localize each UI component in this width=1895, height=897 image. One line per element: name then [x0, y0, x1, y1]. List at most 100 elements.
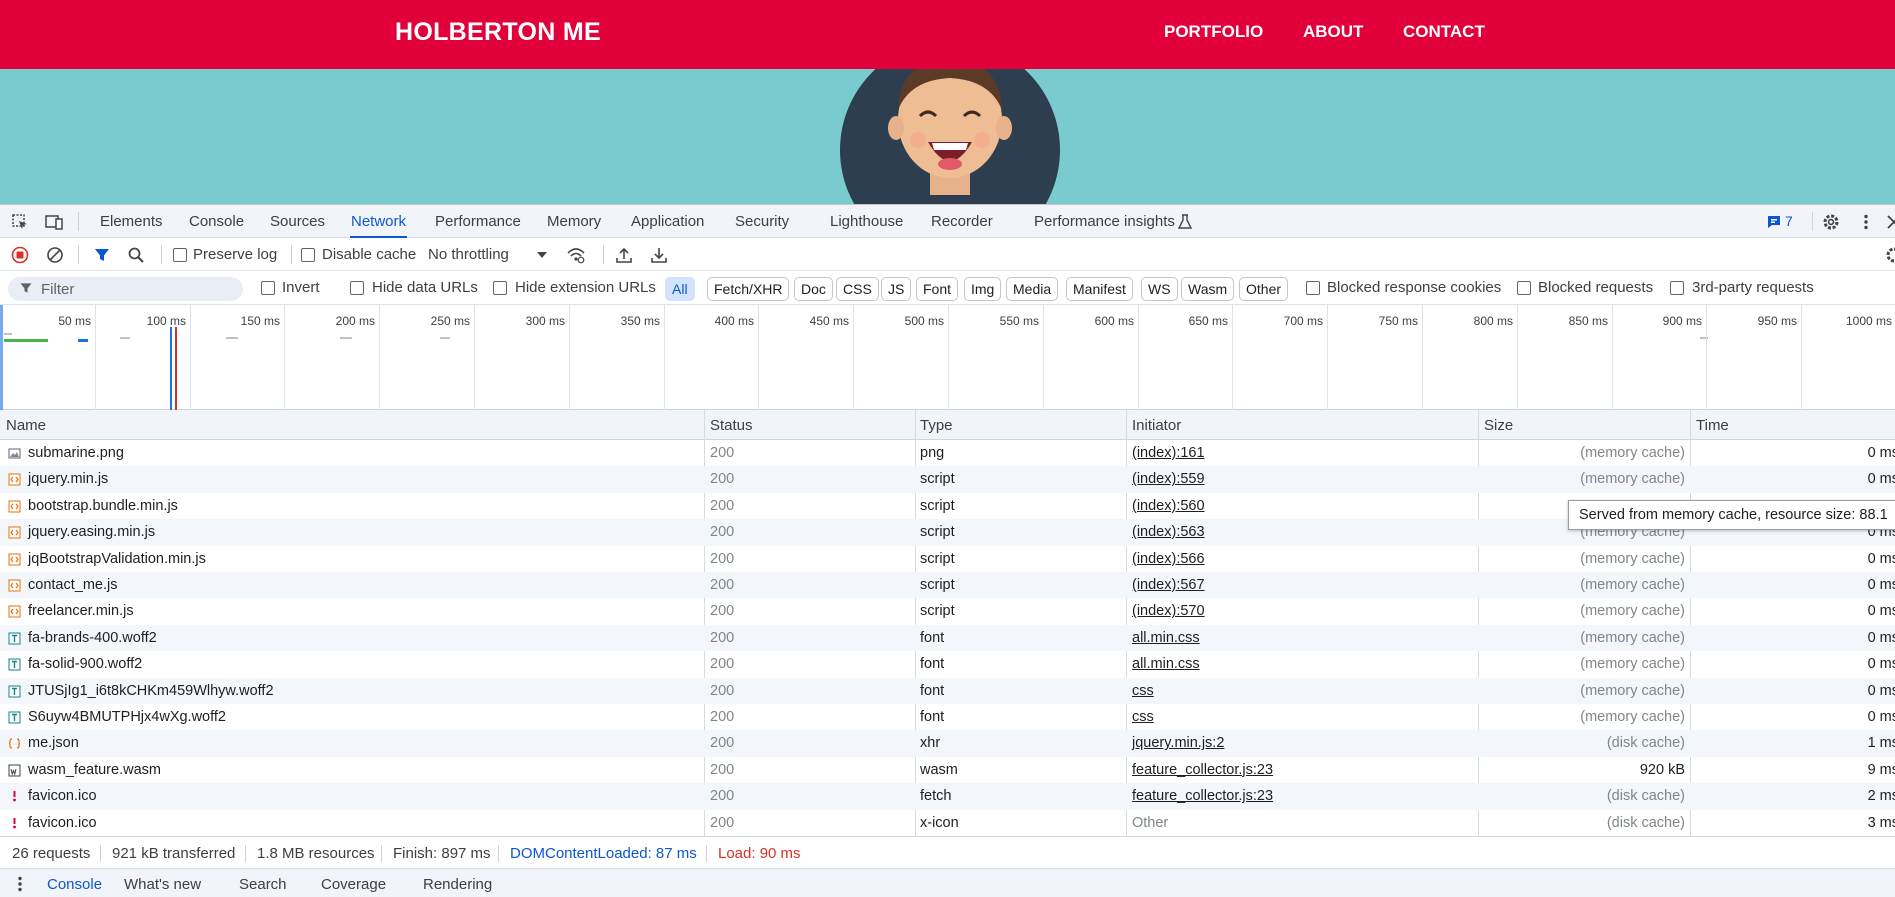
- clear-icon[interactable]: [46, 246, 64, 264]
- table-row[interactable]: jquery.min.js 200 script (index):559 (memory…: [0, 466, 1895, 493]
- request-type: script: [920, 603, 955, 620]
- settings-gear-icon[interactable]: [1822, 213, 1840, 231]
- stop-recording-icon[interactable]: [11, 246, 29, 264]
- request-initiator-link[interactable]: all.min.css: [1132, 630, 1200, 646]
- export-har-download-icon[interactable]: [650, 246, 668, 264]
- network-conditions-icon[interactable]: [567, 246, 585, 264]
- table-row[interactable]: jqBootstrapValidation.min.js 200 script (in…: [0, 546, 1895, 572]
- blocked-response-cookies-checkbox[interactable]: [1306, 281, 1320, 295]
- type-filter-fetch-xhr[interactable]: Fetch/XHR: [707, 277, 790, 301]
- script-file-icon: [8, 605, 21, 618]
- drawer-tab-coverage[interactable]: Coverage: [321, 876, 386, 893]
- request-initiator-link[interactable]: feature_collector.js:23: [1132, 762, 1273, 778]
- blocked-requests-label: Blocked requests: [1538, 279, 1654, 296]
- tab-performance-insights[interactable]: Performance insights: [1034, 205, 1175, 238]
- request-initiator-link[interactable]: (index):560: [1132, 498, 1205, 514]
- filter-funnel-icon[interactable]: [93, 246, 111, 264]
- nav-link-about[interactable]: ABOUT: [1303, 22, 1363, 42]
- type-filter-other[interactable]: Other: [1239, 277, 1289, 301]
- request-initiator-link[interactable]: (index):567: [1132, 577, 1205, 593]
- request-initiator-link[interactable]: feature_collector.js:23: [1132, 788, 1273, 804]
- filter-input[interactable]: [8, 277, 243, 301]
- type-filter-img[interactable]: Img: [964, 277, 1002, 301]
- table-row[interactable]: wasm_feature.wasm 200 wasm feature_collecto…: [0, 757, 1895, 783]
- tab-memory[interactable]: Memory: [547, 205, 601, 238]
- tab-recorder[interactable]: Recorder: [931, 205, 993, 238]
- tab-security[interactable]: Security: [735, 205, 789, 238]
- request-initiator-link[interactable]: (index):161: [1132, 445, 1205, 461]
- column-header-initiator[interactable]: Initiator: [1132, 417, 1181, 434]
- type-filter-manifest[interactable]: Manifest: [1066, 277, 1133, 301]
- table-row[interactable]: contact_me.js 200 script (index):567 (memory…: [0, 572, 1895, 599]
- overview-grid-line: [1801, 305, 1802, 410]
- preserve-log-checkbox[interactable]: [173, 248, 187, 262]
- hide-data-urls-checkbox[interactable]: [350, 281, 364, 295]
- tab-sources[interactable]: Sources: [270, 205, 325, 238]
- throttling-select[interactable]: No throttling: [428, 246, 509, 263]
- table-row[interactable]: favicon.ico 200 fetch feature_collector.js:…: [0, 783, 1895, 810]
- request-initiator-link[interactable]: all.min.css: [1132, 656, 1200, 672]
- table-row[interactable]: freelancer.min.js 200 script (index):570 (me…: [0, 598, 1895, 624]
- search-icon[interactable]: [127, 246, 145, 264]
- drawer-tab-rendering[interactable]: Rendering: [423, 876, 492, 893]
- issues-message-icon[interactable]: [1766, 214, 1782, 230]
- drawer-tab-whats-new[interactable]: What's new: [124, 876, 201, 893]
- overview-window-handle-left[interactable]: [0, 305, 3, 410]
- nav-link-contact[interactable]: CONTACT: [1403, 22, 1485, 42]
- table-row[interactable]: JTUSjIg1_i6t8kCHKm459Wlhyw.woff2 200 font c…: [0, 677, 1895, 704]
- drawer-menu-icon[interactable]: [11, 875, 29, 893]
- network-overview-timeline[interactable]: 50 ms 100 ms 150 ms 200 ms 250 ms 300 ms 350 m…: [0, 305, 1895, 410]
- inspect-element-icon[interactable]: [11, 213, 29, 231]
- request-initiator-link[interactable]: (index):566: [1132, 551, 1205, 567]
- request-initiator-link[interactable]: css: [1132, 709, 1154, 725]
- request-initiator-link[interactable]: (index):559: [1132, 471, 1205, 487]
- column-header-status[interactable]: Status: [710, 417, 753, 434]
- request-initiator-link[interactable]: (index):570: [1132, 603, 1205, 619]
- third-party-requests-checkbox[interactable]: [1670, 281, 1684, 295]
- request-initiator-link[interactable]: (index):563: [1132, 524, 1205, 540]
- table-row[interactable]: fa-solid-900.woff2 200 font all.min.css (mem…: [0, 651, 1895, 677]
- nav-link-portfolio[interactable]: PORTFOLIO: [1164, 22, 1263, 42]
- disable-cache-checkbox[interactable]: [301, 248, 315, 262]
- type-filter-css[interactable]: CSS: [836, 277, 879, 301]
- type-filter-doc[interactable]: Doc: [794, 277, 833, 301]
- invert-checkbox[interactable]: [261, 281, 275, 295]
- table-row[interactable]: fa-brands-400.woff2 200 font all.min.css (me…: [0, 624, 1895, 652]
- overview-grid-line: [664, 305, 665, 410]
- table-row[interactable]: me.json 200 xhr jquery.min.js:2 (disk cache)…: [0, 730, 1895, 757]
- drawer-tab-search[interactable]: Search: [239, 876, 287, 893]
- request-initiator-link[interactable]: css: [1132, 683, 1154, 699]
- table-row[interactable]: submarine.png 200 png (index):161 (memory ca…: [0, 440, 1895, 466]
- chevron-down-icon[interactable]: [536, 250, 548, 260]
- type-filter-wasm[interactable]: Wasm: [1181, 277, 1235, 301]
- drawer-tab-console[interactable]: Console: [47, 876, 102, 893]
- column-header-time[interactable]: Time: [1696, 417, 1729, 434]
- hide-extension-urls-label: Hide extension URLs: [515, 279, 656, 296]
- request-initiator-link[interactable]: jquery.min.js:2: [1132, 735, 1224, 751]
- column-header-name[interactable]: Name: [6, 417, 46, 434]
- device-toolbar-icon[interactable]: [45, 213, 63, 231]
- network-settings-gear-icon[interactable]: [1885, 246, 1895, 264]
- type-filter-js[interactable]: JS: [881, 277, 912, 301]
- tab-console[interactable]: Console: [189, 205, 244, 238]
- table-row[interactable]: S6uyw4BMUTPHjx4wXg.woff2 200 font css (memor…: [0, 704, 1895, 730]
- close-devtools-icon[interactable]: [1885, 213, 1895, 231]
- tab-application[interactable]: Application: [631, 205, 704, 238]
- type-filter-ws[interactable]: WS: [1141, 277, 1178, 301]
- column-header-size[interactable]: Size: [1484, 417, 1513, 434]
- import-har-upload-icon[interactable]: [615, 246, 633, 264]
- column-header-type[interactable]: Type: [920, 417, 953, 434]
- tab-network[interactable]: Network: [350, 205, 408, 238]
- issues-count[interactable]: 7: [1785, 205, 1793, 238]
- blocked-requests-checkbox[interactable]: [1517, 281, 1531, 295]
- type-filter-media[interactable]: Media: [1006, 277, 1059, 301]
- tab-lighthouse[interactable]: Lighthouse: [830, 205, 903, 238]
- site-brand[interactable]: HOLBERTON ME: [395, 18, 601, 47]
- tab-elements[interactable]: Elements: [100, 205, 163, 238]
- tab-performance[interactable]: Performance: [435, 205, 521, 238]
- type-filter-all[interactable]: All: [665, 277, 695, 301]
- hide-extension-urls-checkbox[interactable]: [493, 281, 507, 295]
- table-row[interactable]: favicon.ico 200 x-icon Other (disk cache) 3 m…: [0, 810, 1895, 836]
- type-filter-font[interactable]: Font: [916, 277, 959, 301]
- more-options-icon[interactable]: [1857, 213, 1875, 231]
